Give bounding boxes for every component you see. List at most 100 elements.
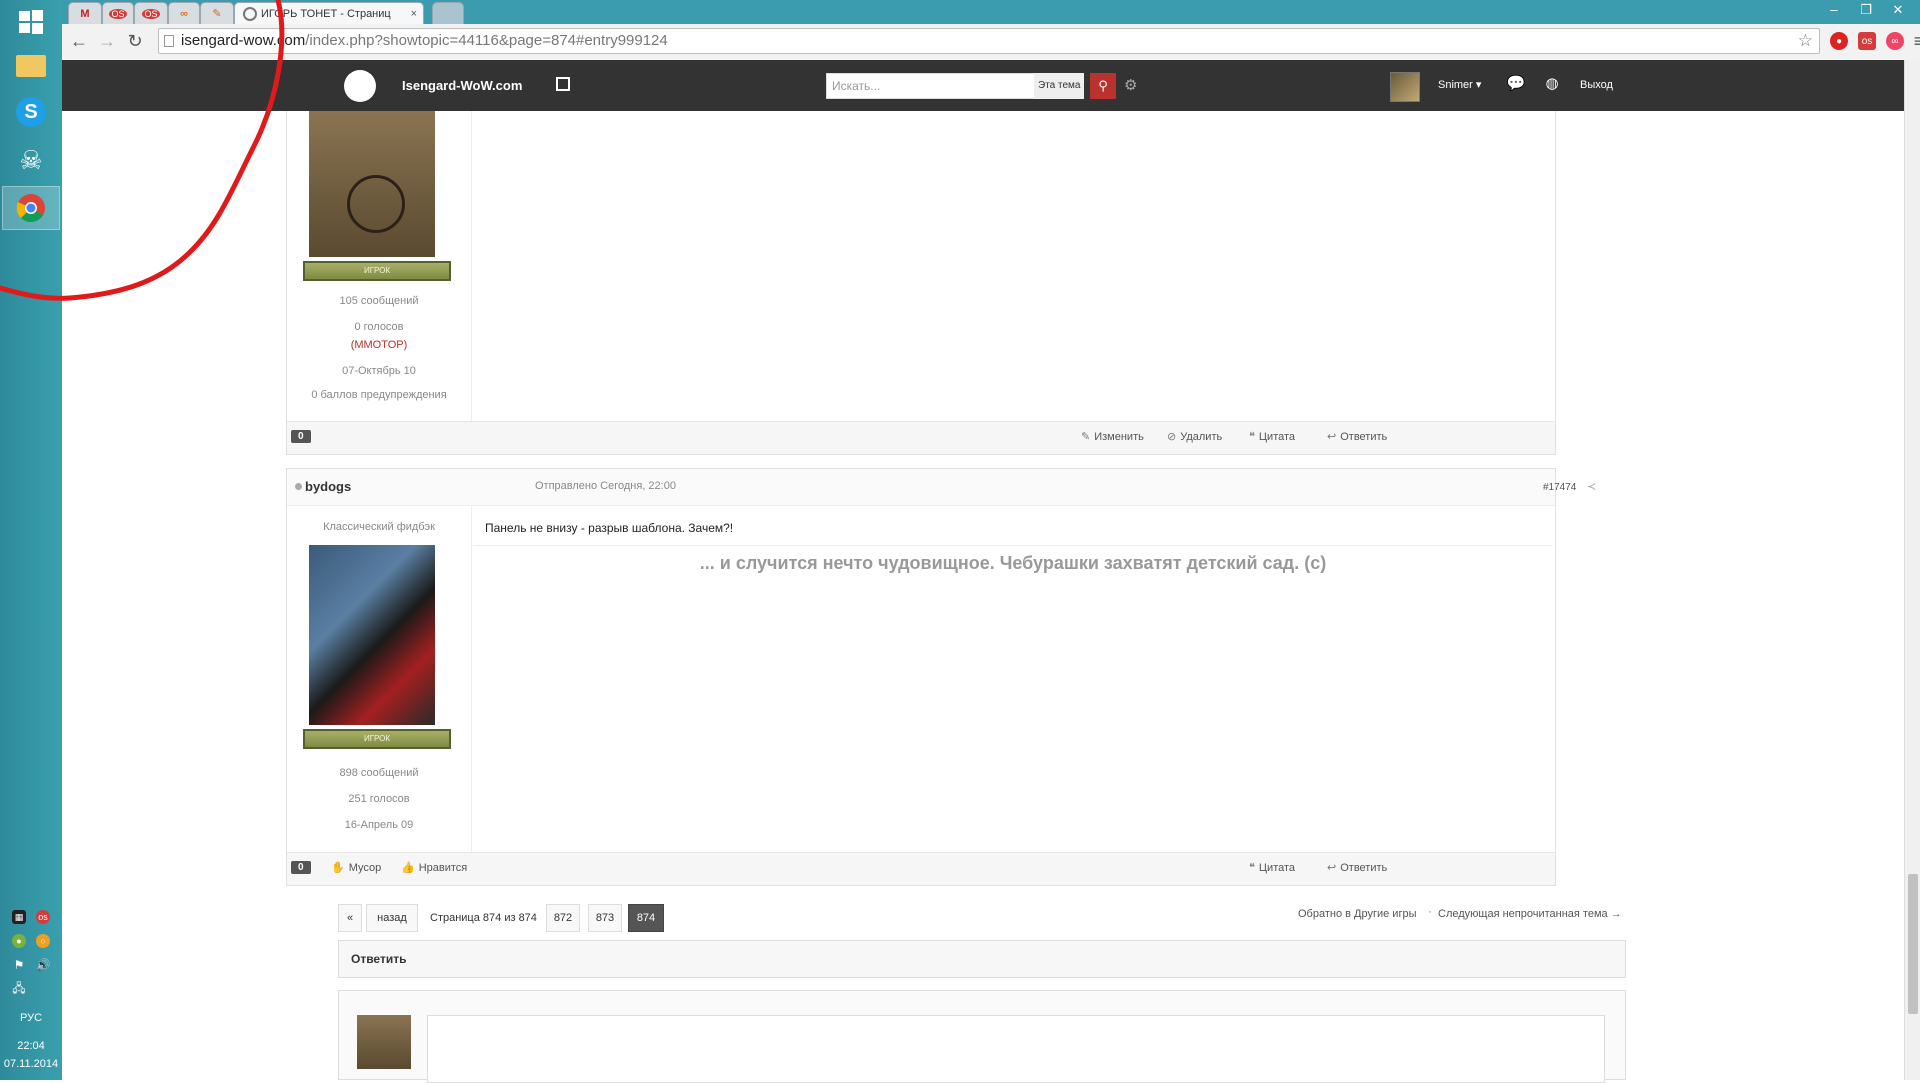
search-scope[interactable]: Эта тема [1034,73,1085,99]
logout-link[interactable]: Выход [1580,79,1613,91]
tray-leaf-icon[interactable]: ● [12,934,26,948]
user-avatar[interactable] [1390,72,1420,102]
like-button[interactable]: 👍 Нравится [401,861,467,875]
post-2-avatar[interactable] [309,545,435,725]
quote-button[interactable]: ❝ Цитата [1249,861,1296,875]
page-874[interactable]: 874 [628,904,664,932]
back-icon[interactable]: ← [68,30,90,52]
tray-qr-icon[interactable]: ▦ [12,910,26,924]
reply-icon: ↩ [1327,431,1337,443]
tab-infinity[interactable]: ∞ [168,2,200,24]
skype-icon: S [16,97,46,127]
bookmark-star-icon[interactable]: ☆ [1798,29,1813,53]
adblock-icon[interactable]: ● [1830,32,1848,50]
reply-area [338,990,1626,1083]
clock-date[interactable]: 07.11.2014 [0,1058,62,1070]
tab-strip: M OS OS ∞ ✎ ИГОРЬ ТОНЕТ - Страниц × – ❐ … [62,0,1920,24]
flag-icon[interactable]: ⚑ [12,958,26,972]
tab-os-2[interactable]: OS [134,2,168,24]
windows-logo-icon [19,10,43,34]
maximize-button[interactable]: ❐ [1854,2,1878,18]
user-menu[interactable]: Snimer ▾ [1438,78,1481,91]
taskbar-explorer[interactable] [2,44,60,88]
gmail-icon: M [80,7,90,20]
prev-page-button[interactable]: назад [366,904,418,932]
clock-time[interactable]: 22:04 [0,1040,62,1052]
offline-status-icon [295,483,302,490]
reply-button[interactable]: ↩ Ответить [1327,861,1387,875]
search-button[interactable]: ⚲ [1090,73,1116,99]
thumbs-down-icon: ✋ [331,862,345,874]
post-1-warnings[interactable]: 0 баллов предупреждения [287,389,471,401]
edit-button[interactable]: ✎ Изменить [1081,430,1144,444]
post-2-author[interactable]: bydogs [305,479,351,494]
volume-icon[interactable]: 🔊 [36,958,51,972]
new-tab-button[interactable] [432,2,464,24]
quote-label: Цитата [1258,861,1296,874]
tab-pencil[interactable]: ✎ [200,2,234,24]
tray-os-icon[interactable]: os [36,910,50,924]
post-2-footer: 0 ✋ Мусор 👍 Нравится ❝ Цитата ↩ Ответить [287,852,1555,885]
forum-list-icon[interactable] [556,77,570,91]
start-button[interactable] [2,0,60,44]
tray-orange-icon[interactable]: ○ [36,934,50,948]
url-path: /index.php?showtopic=44116&page=874#entr… [305,32,668,49]
page-872[interactable]: 872 [546,904,580,932]
page-scrollbar[interactable] [1904,60,1920,1080]
pencil-icon: ✎ [212,8,222,20]
os-extension-icon[interactable]: os [1858,32,1876,50]
messages-icon[interactable]: 💬 [1506,74,1526,94]
post-1-votes: 0 голосов [354,321,404,333]
tab-gmail[interactable]: M [68,2,102,24]
post-2: bydogs Отправлено Сегодня, 22:00 #17474 … [286,468,1596,886]
minimize-button[interactable]: – [1822,2,1846,17]
taskbar-skype[interactable]: S [2,90,60,134]
post-2-member-title: Классический фидбэк [323,521,435,533]
extension-icon[interactable]: ∞ [1886,32,1904,50]
tab-title: ИГОРЬ ТОНЕТ - Страниц [261,7,391,20]
url-host: isengard-wow.com [181,32,306,49]
first-page-button[interactable]: « [338,904,362,932]
quote-icon: ❝ [1249,431,1255,443]
loading-icon [243,6,257,21]
network-icon[interactable]: 🖧 [12,981,26,996]
search-input[interactable]: Искать... [826,73,1048,99]
delete-label: Удалить [1180,430,1223,443]
page-info: Страница 874 из 874 [430,912,537,924]
language-indicator[interactable]: РУС [0,1012,62,1024]
post-1-avatar[interactable] [309,111,435,257]
scrollbar-thumb[interactable] [1908,874,1918,1014]
chrome-icon [16,194,45,223]
site-logo-icon[interactable] [344,70,376,102]
quote-label: Цитата [1258,430,1296,443]
tab-active-topic[interactable]: ИГОРЬ ТОНЕТ - Страниц × [234,2,424,24]
next-unread-link[interactable]: Следующая непрочитанная тема → [1438,908,1622,920]
delete-button[interactable]: ⊘ Удалить [1167,430,1223,444]
taskbar-app-mask[interactable]: ☠ [2,138,60,182]
post-2-rep: 0 [291,861,311,874]
globe-icon[interactable]: ◍ [1542,74,1562,94]
forward-icon[interactable]: → [96,30,118,52]
reply-editor[interactable] [427,1015,1605,1083]
page-873[interactable]: 873 [588,904,622,932]
taskbar-chrome[interactable] [2,186,60,230]
site-title[interactable]: Isengard-WoW.com [402,78,522,93]
search-settings-icon[interactable]: ⚙ [1124,76,1137,94]
back-to-forum-link[interactable]: Обратно в Другие игры [1298,908,1417,920]
post-2-number[interactable]: #17474 [1543,482,1576,493]
reply-button[interactable]: ↩ Ответить [1327,430,1387,444]
thumbs-up-icon: 👍 [401,862,415,874]
reload-icon[interactable]: ↻ [124,30,146,52]
trash-button[interactable]: ✋ Мусор [331,861,382,875]
post-1-tag[interactable]: (MMOTOP) [287,339,471,351]
chevron-down-icon: ▾ [1475,79,1482,91]
quote-button[interactable]: ❝ Цитата [1249,430,1296,444]
tab-os-1[interactable]: OS [102,2,134,24]
close-window-button[interactable]: ✕ [1886,2,1910,18]
page-icon [164,35,174,47]
trash-label: Мусор [348,861,382,874]
share-icon[interactable]: ≺ [1587,480,1596,493]
menu-icon[interactable]: ≡ [1910,31,1920,51]
address-bar[interactable]: isengard-wow.com/index.php?showtopic=441… [158,28,1820,54]
tab-close-icon[interactable]: × [411,8,417,20]
